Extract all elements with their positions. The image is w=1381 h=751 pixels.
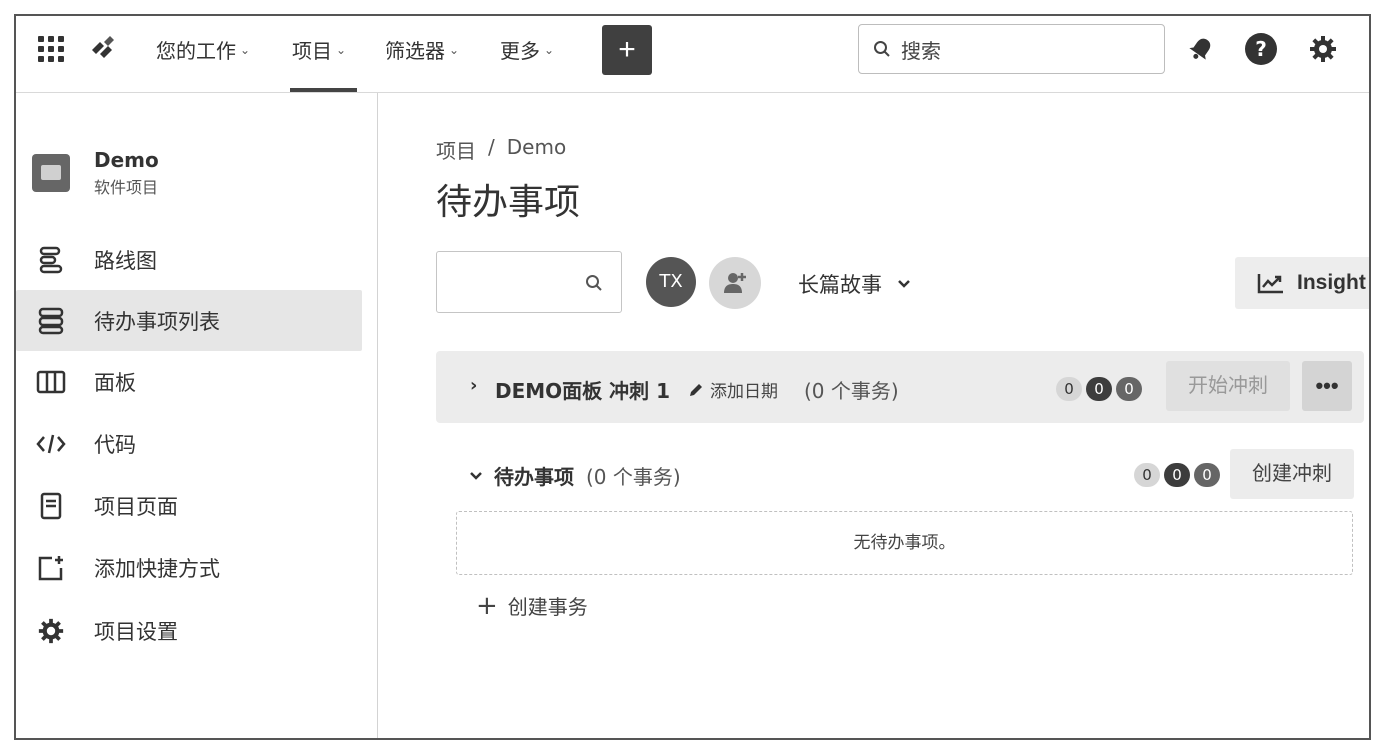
sidebar-item-board[interactable]: 面板: [16, 351, 362, 412]
create-button[interactable]: +: [602, 25, 652, 75]
breadcrumb-projects-link[interactable]: 项目: [436, 135, 476, 164]
nav-menu-filters[interactable]: 筛选器 ⌄: [385, 36, 460, 63]
add-date-link[interactable]: 添加日期: [688, 377, 778, 402]
sidebar-item-project-pages[interactable]: 项目页面: [16, 475, 362, 536]
pencil-icon: [690, 383, 702, 396]
sidebar-item-label: 添加快捷方式: [94, 556, 220, 581]
notification-bell-icon[interactable]: [1184, 32, 1218, 66]
badge-todo: 0: [1134, 463, 1160, 487]
search-icon: [586, 275, 602, 291]
backlog-status-badges: 0 0 0: [1134, 463, 1220, 487]
backlog-header[interactable]: 待办事项 (0 个事务): [470, 461, 681, 490]
app-frame: 您的工作 ⌄ 项目 ⌄ 筛选器 ⌄ 更多 ⌄ + 搜索 ? Demo 软件项目 …: [14, 14, 1371, 740]
backlog-empty-state: 无待办事项。: [456, 511, 1353, 575]
project-name: Demo: [94, 148, 159, 172]
sidebar-item-project-settings[interactable]: 项目设置: [16, 600, 362, 661]
sprint-more-button[interactable]: •••: [1302, 361, 1352, 411]
sidebar-item-code[interactable]: 代码: [16, 413, 362, 474]
help-glyph: ?: [1245, 33, 1277, 65]
roadmap-icon: [36, 245, 66, 275]
nav-menu-label: 筛选器: [385, 38, 445, 63]
chevron-down-icon: ⌄: [336, 43, 347, 57]
nav-menu-your-work[interactable]: 您的工作 ⌄: [156, 36, 251, 63]
sprint-issue-count: (0 个事务): [804, 379, 899, 403]
chevron-down-icon: ⌄: [544, 43, 555, 57]
settings-gear-icon: [36, 616, 66, 646]
nav-menu-label: 项目: [292, 38, 332, 63]
start-sprint-button[interactable]: 开始冲刺: [1166, 361, 1290, 411]
nav-menu-projects[interactable]: 项目 ⌄: [292, 36, 347, 63]
top-navigation-bar: 您的工作 ⌄ 项目 ⌄ 筛选器 ⌄ 更多 ⌄ + 搜索 ?: [16, 16, 1369, 93]
sprint-container: › DEMO面板 冲刺 1 添加日期 (0 个事务) 0 0 0 开始冲刺 ••…: [436, 351, 1364, 423]
sidebar-item-label: 面板: [94, 370, 136, 395]
nav-active-indicator: [290, 88, 357, 92]
breadcrumb: 项目 / Demo: [436, 135, 566, 164]
sprint-name: DEMO面板 冲刺 1: [495, 379, 671, 403]
project-header[interactable]: Demo 软件项目: [32, 148, 159, 198]
search-input[interactable]: 搜索: [858, 24, 1165, 74]
badge-todo: 0: [1056, 377, 1082, 401]
badge-in-progress: 0: [1164, 463, 1190, 487]
main-content: 项目 / Demo 待办事项 TX 长篇故事 Insight › DEMO面板 …: [378, 93, 1369, 738]
create-issue-button[interactable]: + 创建事务: [476, 591, 588, 620]
sidebar-item-label: 项目页面: [94, 494, 178, 519]
insight-label: Insight: [1297, 271, 1366, 294]
search-placeholder: 搜索: [901, 38, 941, 63]
breadcrumb-project-link[interactable]: Demo: [507, 135, 566, 164]
add-shortcut-icon: [36, 553, 66, 583]
badge-done: 0: [1194, 463, 1220, 487]
add-user-icon: [724, 273, 746, 293]
sidebar-item-add-shortcut[interactable]: 添加快捷方式: [16, 537, 362, 598]
project-sidebar: Demo 软件项目 路线图 待办事项列表 面板 代码 项目页面 添加快捷方式 项…: [16, 93, 378, 738]
jira-logo-icon[interactable]: [88, 34, 118, 64]
sidebar-item-label: 项目设置: [94, 619, 178, 644]
epic-filter-dropdown[interactable]: 长篇故事: [798, 269, 910, 299]
nav-menu-label: 您的工作: [156, 38, 236, 63]
chevron-down-icon: ⌄: [240, 43, 251, 57]
add-people-button[interactable]: [709, 257, 761, 309]
chevron-down-icon: [470, 471, 482, 480]
chevron-down-icon: [898, 280, 910, 288]
chart-trend-icon: [1257, 274, 1283, 294]
backlog-search-input[interactable]: [436, 251, 622, 313]
sidebar-item-label: 代码: [94, 432, 136, 457]
add-date-label: 添加日期: [710, 382, 778, 402]
search-icon: [874, 41, 890, 57]
project-type: 软件项目: [94, 178, 159, 197]
settings-gear-icon[interactable]: [1306, 32, 1340, 66]
page-icon: [36, 491, 66, 521]
nav-menu-label: 更多: [500, 38, 540, 63]
chevron-down-icon: ⌄: [449, 43, 460, 57]
sidebar-item-backlog[interactable]: 待办事项列表: [16, 290, 362, 351]
badge-in-progress: 0: [1086, 377, 1112, 401]
page-title: 待办事项: [436, 182, 581, 223]
user-avatar-tx[interactable]: TX: [646, 257, 696, 307]
epic-filter-label: 长篇故事: [798, 273, 882, 297]
sidebar-item-roadmap[interactable]: 路线图: [16, 229, 362, 290]
backlog-icon: [36, 306, 66, 336]
code-icon: [36, 429, 66, 459]
insight-button[interactable]: Insight: [1235, 257, 1369, 309]
plus-icon: +: [476, 590, 498, 621]
chevron-right-icon[interactable]: ›: [470, 375, 477, 396]
backlog-title: 待办事项: [494, 465, 574, 489]
project-avatar: [32, 154, 70, 192]
sprint-status-badges: 0 0 0: [1056, 377, 1142, 401]
backlog-issue-count: (0 个事务): [586, 465, 681, 489]
help-icon[interactable]: ?: [1244, 32, 1278, 66]
badge-done: 0: [1116, 377, 1142, 401]
apps-grid-icon[interactable]: [38, 36, 64, 62]
sidebar-item-label: 路线图: [94, 248, 157, 273]
create-sprint-button[interactable]: 创建冲刺: [1230, 449, 1354, 499]
sidebar-item-label: 待办事项列表: [94, 309, 220, 334]
board-icon: [36, 367, 66, 397]
create-issue-label: 创建事务: [507, 595, 588, 619]
nav-menu-more[interactable]: 更多 ⌄: [500, 36, 555, 63]
breadcrumb-separator: /: [488, 135, 495, 159]
